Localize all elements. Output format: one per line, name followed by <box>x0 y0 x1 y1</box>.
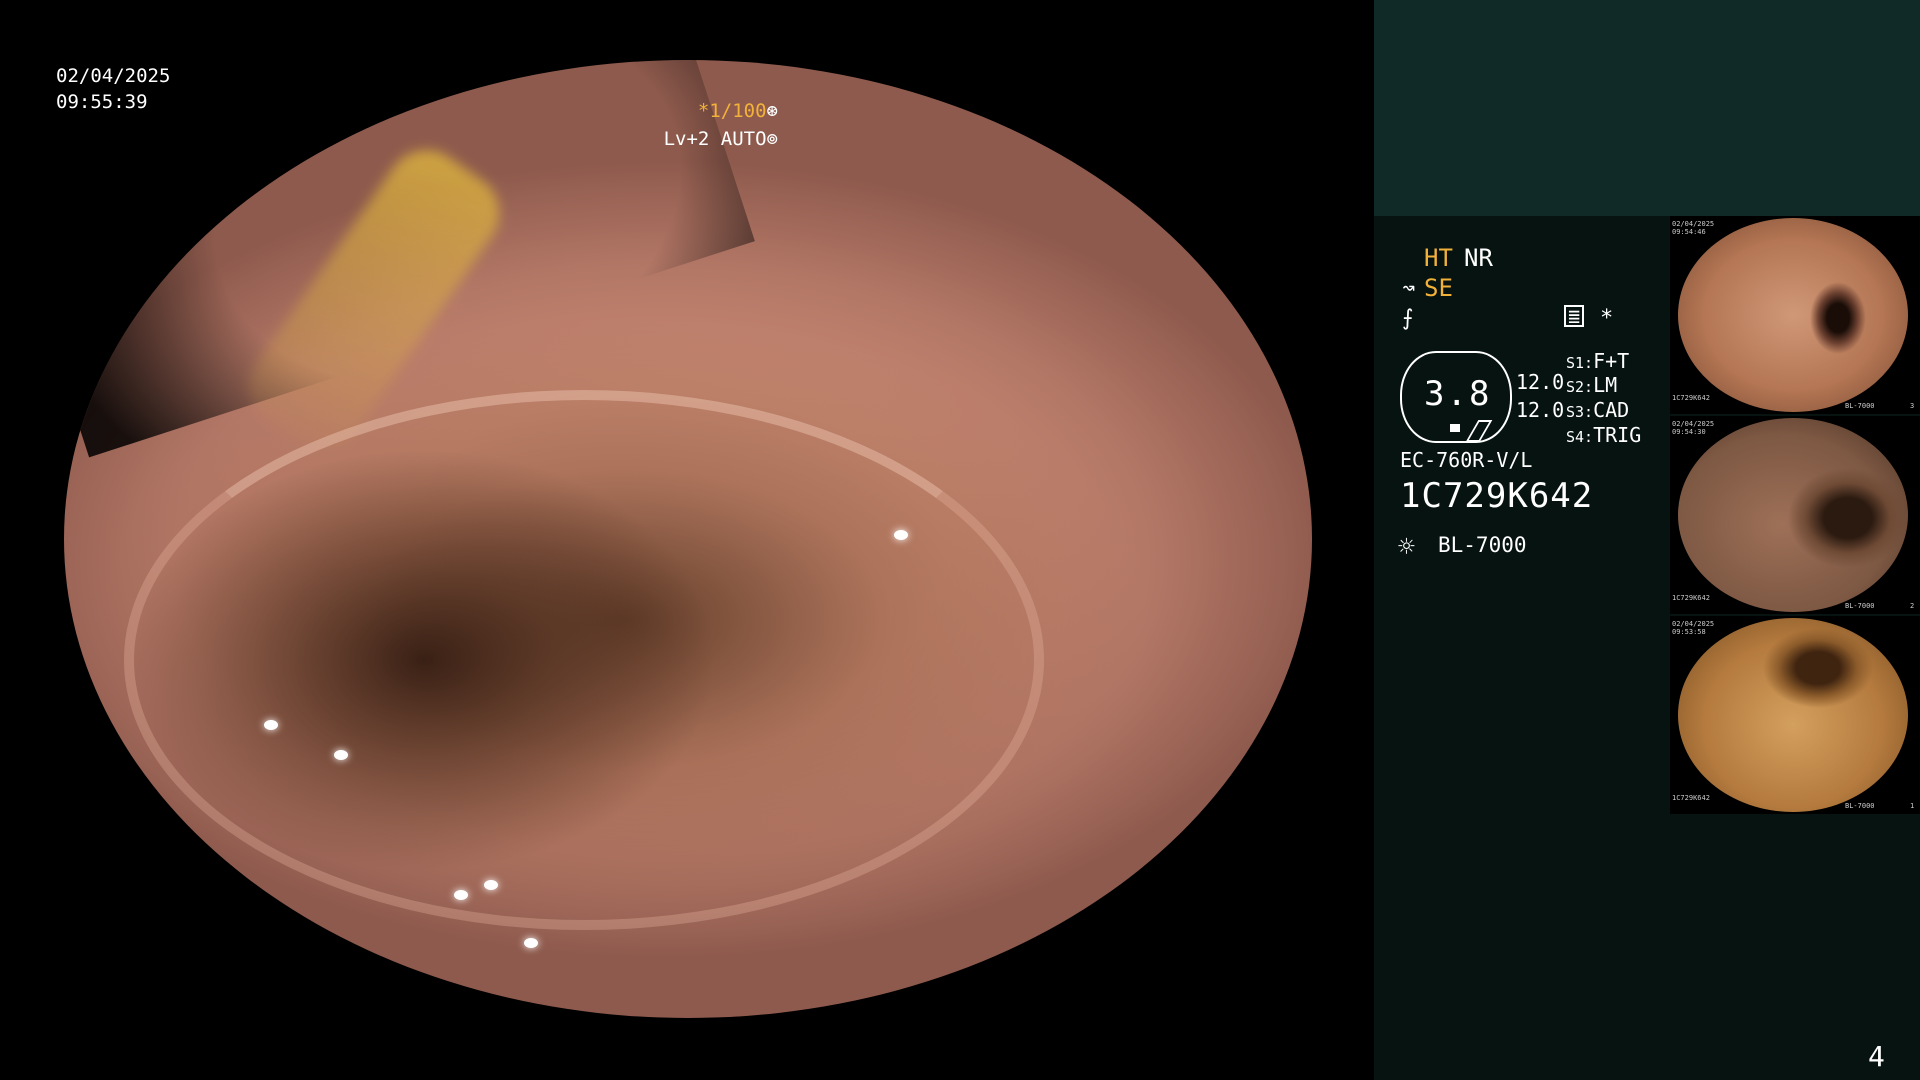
glint <box>334 750 348 760</box>
glint <box>264 720 278 730</box>
thumb-date: 02/04/2025 <box>1672 620 1715 628</box>
thumbnail-id: 1C729K642 <box>1672 594 1710 602</box>
thumbnail-light: BL-7000 <box>1845 602 1875 610</box>
scope-mark-icon <box>1450 424 1460 432</box>
panel-header <box>1374 0 1920 216</box>
thumbnail-image <box>1678 618 1908 812</box>
switch-label: S4: <box>1566 428 1594 446</box>
menu-icon: ≣ <box>1564 305 1585 327</box>
value-2: 12.0 <box>1516 398 1565 422</box>
glint <box>454 890 468 900</box>
thumbnail-id: 1C729K642 <box>1672 794 1710 802</box>
thumb-time: 09:54:30 <box>1672 428 1706 436</box>
thumbnail-date: 02/04/2025 09:54:30 <box>1672 420 1714 436</box>
switch-value: TRIG <box>1593 423 1642 447</box>
endoscopy-image <box>64 60 1312 1018</box>
nr-indicator: NR <box>1464 244 1493 272</box>
glint <box>524 938 538 948</box>
switch-label: S1: <box>1566 354 1594 372</box>
switch-value: F+T <box>1593 349 1630 373</box>
switch-label: S3: <box>1566 403 1594 421</box>
thumbnail-image <box>1678 418 1908 612</box>
thumbnail-light: BL-7000 <box>1845 802 1875 810</box>
glint <box>484 880 498 890</box>
switch-value: LM <box>1593 373 1618 397</box>
thumbnail-date: 02/04/2025 09:53:58 <box>1672 620 1714 636</box>
structure-enhance-icon: ↝ <box>1402 276 1416 301</box>
thumbnail[interactable]: 02/04/2025 09:54:30 1C729K642 BL-7000 2 <box>1670 416 1920 614</box>
light-source: BL-7000 <box>1438 533 1527 557</box>
mucosal-fold <box>124 390 1044 930</box>
switch-label: S2: <box>1566 378 1594 396</box>
switch-value: CAD <box>1593 398 1630 422</box>
switch-4: S4:TRIG <box>1566 423 1641 447</box>
light-source-icon: ☼ <box>1398 530 1415 563</box>
switch-1: S1:F+T <box>1566 349 1629 373</box>
shutter-text: *1/100 <box>697 100 767 122</box>
glint <box>894 530 908 540</box>
thumbnail-light: BL-7000 <box>1845 402 1875 410</box>
thumbnail-date: 02/04/2025 09:54:46 <box>1672 220 1714 236</box>
status-panel: HT NR ↝ SE ⨍ ≣ * 3.8 12.0 12.0 S1:F+T S2… <box>1374 0 1920 1080</box>
shutter-icon: ⊛ <box>766 100 778 122</box>
iris-icon: ⊚ <box>766 128 778 150</box>
ht-indicator: HT <box>1424 244 1453 272</box>
brightness-level: Lv+2 AUTO⊚ <box>664 126 778 152</box>
thumbnail-id: 1C729K642 <box>1672 394 1710 402</box>
page-number: 4 <box>1868 1040 1885 1073</box>
switch-3: S3:CAD <box>1566 398 1629 422</box>
thumb-time: 09:54:46 <box>1672 228 1706 236</box>
scope-model: EC-760R-V/L <box>1400 448 1533 472</box>
thumbnail[interactable]: 02/04/2025 09:53:58 1C729K642 BL-7000 1 <box>1670 616 1920 814</box>
value-1: 12.0 <box>1516 370 1565 394</box>
zoom-value: 3.8 <box>1424 374 1492 414</box>
contrast-icon: ⨍ <box>1402 306 1414 331</box>
thumbnail-index: 2 <box>1910 602 1915 610</box>
exam-date: 02/04/2025 <box>56 65 171 87</box>
thumbnail-index: 3 <box>1910 402 1915 410</box>
glint <box>1149 915 1163 925</box>
level-text: Lv+2 AUTO <box>663 128 767 150</box>
thumbnail-index: 1 <box>1910 802 1915 810</box>
thumb-date: 02/04/2025 <box>1672 220 1715 228</box>
thumb-date: 02/04/2025 <box>1672 420 1715 428</box>
thumbnail-image <box>1678 218 1908 412</box>
se-indicator: SE <box>1424 274 1453 302</box>
exam-time: 09:55:39 <box>56 91 148 113</box>
switch-2: S2:LM <box>1566 373 1617 397</box>
star-icon: * <box>1600 306 1614 331</box>
thumb-time: 09:53:58 <box>1672 628 1706 636</box>
shutter-speed: *1/100⊛ <box>698 98 778 124</box>
scope-serial: 1C729K642 <box>1400 476 1594 516</box>
thumbnail[interactable]: 02/04/2025 09:54:46 1C729K642 BL-7000 3 <box>1670 216 1920 414</box>
endoscope-viewport: 02/04/2025 09:55:39 *1/100⊛ Lv+2 AUTO⊚ <box>0 0 1372 1080</box>
